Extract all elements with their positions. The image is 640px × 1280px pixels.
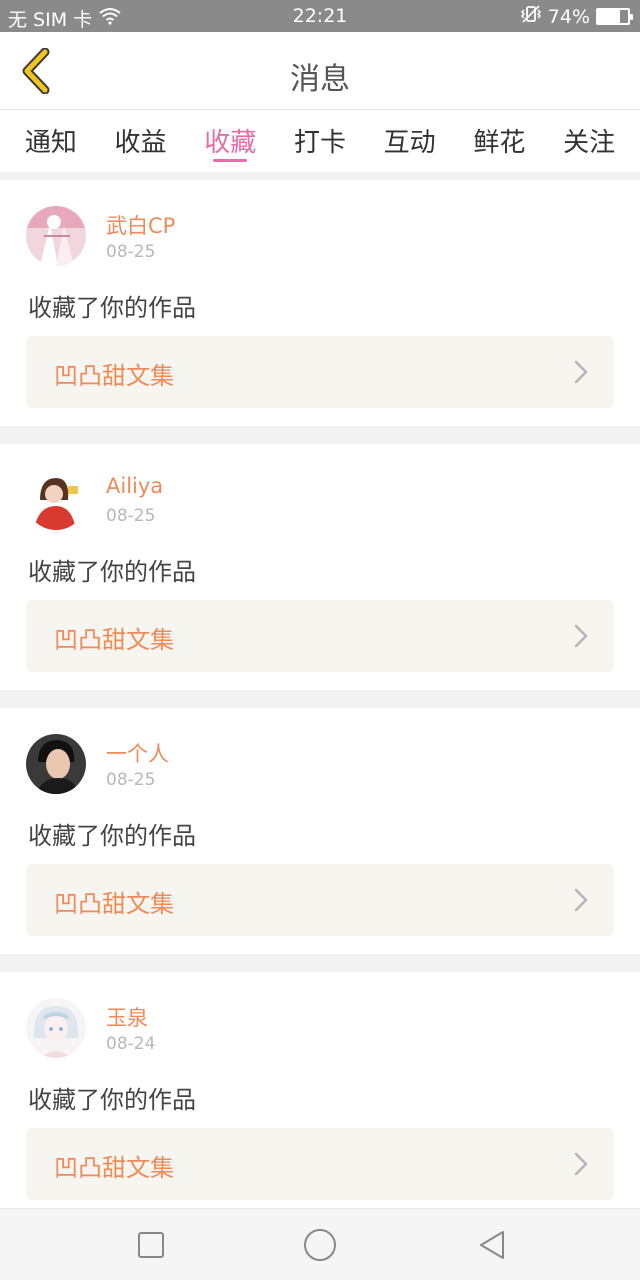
tab-4[interactable]: 互动 (384, 110, 436, 172)
divider (0, 690, 640, 708)
avatar[interactable] (26, 206, 86, 266)
divider (0, 954, 640, 972)
chevron-right-icon (574, 360, 588, 384)
work-link[interactable]: 凹凸甜文集 (26, 600, 614, 672)
message-action: 收藏了你的作品 (28, 822, 196, 850)
message-card: 一个人 08-25 收藏了你的作品 凹凸甜文集 (0, 708, 640, 954)
page-title: 消息 (290, 62, 350, 97)
recent-apps-icon (138, 1232, 164, 1258)
chevron-right-icon (574, 624, 588, 648)
message-action: 收藏了你的作品 (28, 1086, 196, 1114)
username[interactable]: Ailiya (106, 474, 163, 498)
avatar[interactable] (26, 998, 86, 1058)
status-bar: 无 SIM 卡 22:21 74% (0, 0, 640, 32)
battery-percent: 74% (547, 5, 590, 28)
home-icon (304, 1229, 336, 1261)
message-list: 武白CP 08-25 收藏了你的作品 凹凸甜文集 Ailiya 08-25 收藏了你的作品凹… (0, 180, 640, 1218)
tab-label: 收藏 (204, 128, 257, 158)
work-title: 凹凸甜文集 (54, 626, 174, 654)
message-action: 收藏了你的作品 (28, 294, 196, 322)
message-card: Ailiya 08-25 收藏了你的作品 凹凸甜文集 (0, 444, 640, 690)
chevron-right-icon (574, 1152, 588, 1176)
battery-level (598, 10, 621, 23)
tab-label: 鲜花 (473, 128, 526, 158)
message-date: 08-24 (106, 1034, 156, 1054)
tab-0[interactable]: 通知 (25, 110, 77, 172)
tab-label: 打卡 (293, 128, 346, 158)
back-icon (480, 1231, 504, 1259)
active-tab-indicator (213, 159, 248, 162)
tab-label: 通知 (24, 128, 77, 158)
avatar[interactable] (26, 470, 86, 530)
username[interactable]: 一个人 (106, 738, 169, 768)
work-link[interactable]: 凹凸甜文集 (26, 864, 614, 936)
message-date: 08-25 (106, 770, 156, 790)
avatar[interactable] (26, 734, 86, 794)
home-button[interactable] (300, 1225, 340, 1265)
tab-2[interactable]: 收藏 (204, 110, 256, 172)
work-title: 凹凸甜文集 (54, 890, 174, 918)
message-action: 收藏了你的作品 (28, 558, 196, 586)
tab-1[interactable]: 收益 (115, 110, 167, 172)
status-right: 74% (520, 5, 633, 28)
message-card: 武白CP 08-25 收藏了你的作品 凹凸甜文集 (0, 180, 640, 426)
message-card: 玉泉 08-24 收藏了你的作品 凹凸甜文集 (0, 972, 640, 1218)
battery-icon (596, 8, 633, 25)
message-date: 08-25 (106, 506, 156, 526)
work-title: 凹凸甜文集 (54, 362, 174, 390)
chevron-right-icon (574, 888, 588, 912)
username[interactable]: 玉泉 (106, 1002, 148, 1032)
divider (0, 426, 640, 444)
work-title: 凹凸甜文集 (54, 1154, 174, 1182)
work-link[interactable]: 凹凸甜文集 (26, 336, 614, 408)
tab-bar: 通知 收益 收藏 打卡 互动 鲜花 关注 (0, 110, 640, 172)
tab-3[interactable]: 打卡 (294, 110, 346, 172)
tab-label: 互动 (383, 128, 436, 158)
tab-label: 关注 (563, 128, 616, 158)
system-nav-bar (0, 1208, 640, 1280)
message-date: 08-25 (106, 242, 156, 262)
tab-label: 收益 (114, 128, 167, 158)
nav-back-button[interactable] (474, 1227, 510, 1263)
recent-apps-button[interactable] (133, 1227, 169, 1263)
work-link[interactable]: 凹凸甜文集 (26, 1128, 614, 1200)
divider (0, 172, 640, 180)
username[interactable]: 武白CP (106, 210, 175, 240)
header: 消息 (0, 32, 640, 110)
tab-5[interactable]: 鲜花 (473, 110, 525, 172)
vibrate-icon (520, 5, 542, 28)
tab-6[interactable]: 关注 (563, 110, 615, 172)
